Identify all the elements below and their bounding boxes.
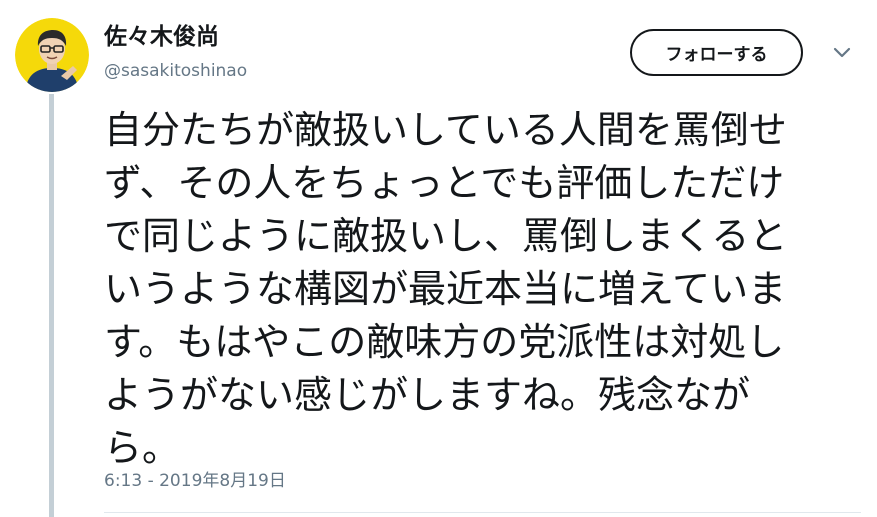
tweet-text-line: ず、その人をちょっとでも評価しただけ	[104, 161, 785, 205]
tweet-text-line: 自分たちが敵扱いしている人間を罵倒せ	[104, 108, 787, 152]
tweet-text-line: で同じように敵扱いし、罵倒しまくると	[104, 214, 788, 258]
display-name[interactable]: 佐々木俊尚	[104, 22, 219, 52]
tweet-text-line: ようがない感じがしますね。残念なが	[104, 373, 751, 417]
tweet-card: 佐々木俊尚 @sasakitoshinao フォロー する 自分たちが敵扱いしてい…	[0, 0, 877, 517]
tweet-text: 自分たちが敵扱いしている人間を罵倒せ ず、その人をちょっとでも評価しただけ で同…	[104, 104, 844, 475]
tweet-menu-button[interactable]	[832, 46, 852, 60]
follow-button-suffix: する	[733, 45, 768, 65]
divider	[104, 512, 861, 513]
avatar[interactable]	[15, 18, 89, 92]
tweet-text-line: す。もはやこの敵味方の党派性は対処し	[104, 320, 785, 364]
thread-line	[49, 94, 54, 517]
user-handle[interactable]: @sasakitoshinao	[104, 60, 247, 82]
follow-button[interactable]: フォロー する	[630, 29, 803, 76]
follow-button-label: フォロー	[665, 45, 734, 65]
tweet-timestamp[interactable]: 6:13 - 2019年8月19日	[104, 470, 286, 492]
tweet-text-line: ら。	[104, 426, 181, 470]
chevron-down-icon	[833, 47, 851, 58]
user-avatar-icon	[15, 18, 89, 92]
tweet-text-line: いうような構図が最近本当に増えていま	[104, 267, 787, 311]
